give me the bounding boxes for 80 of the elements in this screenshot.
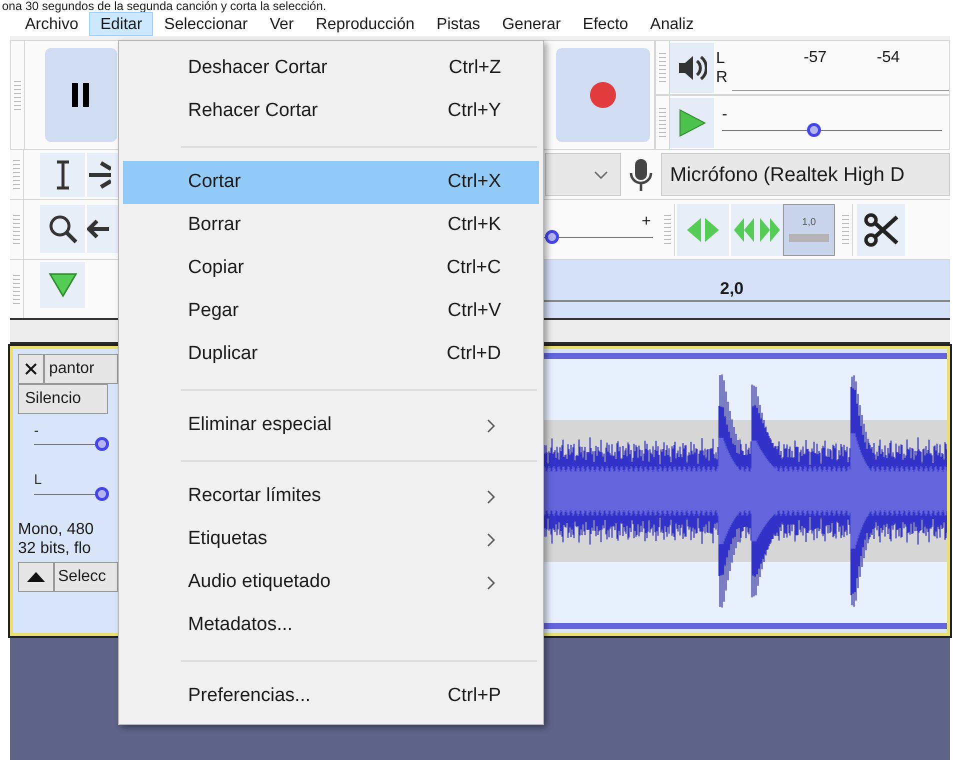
toolbar-grip[interactable] [10,150,24,199]
toolbar-grip[interactable] [839,204,853,256]
menu-item[interactable]: Copiar Ctrl+C [123,247,539,290]
triangle-down-icon [48,272,78,298]
trim-icon [685,216,721,244]
menu-item[interactable]: Audio etiquetado [123,561,539,604]
menu-bar-item[interactable]: Editar [89,12,154,36]
chevron-down-icon [594,170,608,178]
menu-item[interactable]: Cortar Ctrl+X [123,161,539,204]
menu-bar-item[interactable]: Pistas [426,12,492,36]
menu-bar-item[interactable]: Ver [258,12,305,36]
select-track-button[interactable]: Selecc [54,562,118,592]
menu-item[interactable]: Pegar Ctrl+V [123,290,539,333]
record-button[interactable] [556,48,650,142]
menu-item[interactable]: Duplicar Ctrl+D [123,333,539,376]
triangle-up-icon [26,571,46,583]
menu-bar-item[interactable]: Generar [491,12,572,36]
menu-item[interactable]: Deshacer Cortar Ctrl+Z [123,47,539,90]
pan-label: L [34,472,43,486]
host-dropdown[interactable] [545,153,621,196]
toolbar-grip[interactable] [11,41,25,149]
chevron-right-icon [487,532,495,546]
track-info-text: 32 bits, flo [18,539,92,558]
menu-bar-item[interactable]: Efecto [572,12,640,36]
menu-item[interactable]: Etiquetas [123,518,539,561]
track-name-button[interactable]: pantor [44,354,118,384]
silence-icon [732,216,782,244]
menu-bar-item[interactable]: Reproducción [304,12,426,36]
slider-label: + [642,214,651,228]
menu-bar-item[interactable]: Archivo [14,12,90,36]
track-info-text: Mono, 480 [18,520,95,539]
speaker-button[interactable] [670,42,714,92]
slider-label: - [722,108,728,122]
ruler-label: 2,0 [720,278,744,300]
chevron-right-icon [487,418,495,432]
speaker-icon [677,54,707,82]
i-beam-icon [54,160,70,190]
menu-item[interactable]: Preferencias... Ctrl+P [123,675,539,718]
toolbar-grip[interactable] [661,204,675,256]
mute-button[interactable]: Silencio [18,384,108,414]
menu-item[interactable]: Rehacer Cortar Ctrl+Y [123,90,539,133]
menu-item[interactable]: Metadatos... [123,604,539,647]
meter-tick-label: -54 [876,48,900,68]
channel-label: L [716,48,726,68]
toolbar-grip[interactable] [10,200,24,259]
search-icon [48,214,78,244]
play-icon [678,108,706,138]
gain-label: - [34,424,40,436]
menu-bar-item[interactable]: Seleccionar [153,12,259,36]
meter-tick-label: -57 [804,48,827,68]
slider-thumb[interactable] [807,122,822,136]
zoom-button[interactable] [40,205,85,253]
collapse-button[interactable] [18,562,54,592]
menu-item[interactable]: Borrar Ctrl+K [123,204,539,247]
chevron-right-icon [487,490,495,504]
close-track-button[interactable] [18,354,44,384]
cut-button[interactable] [857,204,905,256]
timeline-options-button[interactable] [40,262,85,308]
slider-thumb[interactable] [95,437,110,451]
arrow-left-icon [87,219,109,239]
arrow-button[interactable] [87,205,118,253]
selection-tool-button[interactable] [40,153,85,197]
chevron-right-icon [487,576,495,590]
pause-icon [72,83,90,107]
menu-item[interactable]: Recortar límites [123,475,539,518]
caption-text: ona 30 segundos de la segunda canción y corta la selección. [2,0,326,12]
record-icon [590,82,616,108]
menu-bar-item[interactable]: Analiz [639,12,705,36]
play-button[interactable] [670,98,714,148]
input-device-dropdown[interactable]: Micrófono (Realtek High D [661,153,950,196]
zoom-toggle-button[interactable]: 1,0 [783,204,835,256]
close-icon [25,363,37,375]
channel-label: R [716,68,728,86]
menu-item[interactable]: Eliminar especial [123,404,539,447]
slider-thumb[interactable] [95,487,110,501]
pause-button[interactable] [45,48,117,142]
timeline-ruler[interactable]: 2,0 [543,260,950,318]
microphone-icon [629,158,653,192]
slider-thumb[interactable] [544,230,559,244]
scissors-icon [863,212,899,248]
